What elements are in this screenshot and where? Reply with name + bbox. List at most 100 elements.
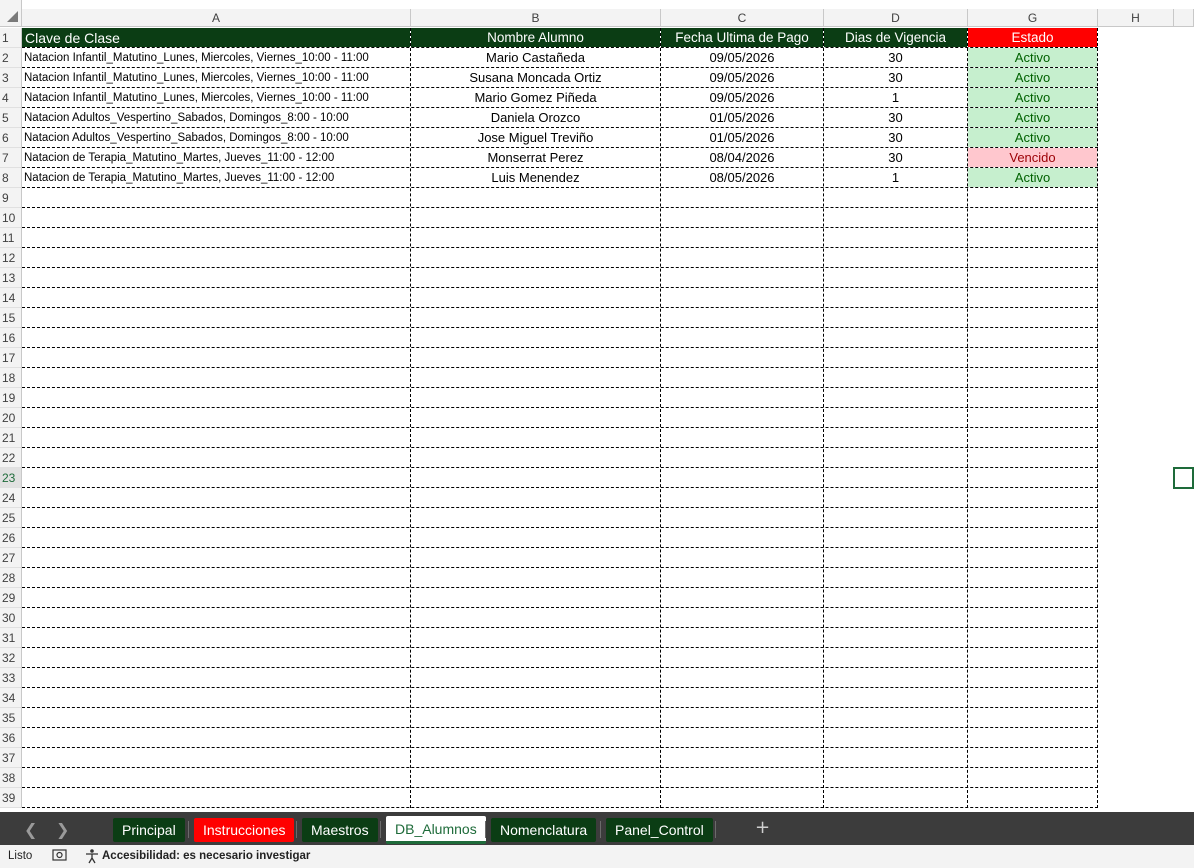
cell-clave[interactable]: Natacion de Terapia_Matutino_Martes, Jue… [22,168,410,187]
row-header[interactable]: 24 [0,488,22,508]
cell-estado[interactable]: Vencido [968,148,1097,167]
row-header[interactable]: 12 [0,248,22,268]
cell-clave[interactable]: Natacion Adultos_Vespertino_Sabados, Dom… [22,108,410,127]
row-header[interactable]: 23 [0,468,22,488]
cell-fecha[interactable]: 01/05/2026 [661,108,823,127]
cell-clave[interactable]: Natacion de Terapia_Matutino_Martes, Jue… [22,148,410,167]
plus-icon[interactable]: + [755,817,770,838]
cell-dias[interactable]: 30 [824,148,967,167]
row-header[interactable]: 20 [0,408,22,428]
column-header-b[interactable]: B [411,9,661,27]
active-cell-selection[interactable] [1173,467,1194,489]
macro-record-icon[interactable] [52,848,68,865]
cell-nombre[interactable]: Mario Castañeda [411,48,660,67]
cell-estado[interactable]: Activo [968,48,1097,67]
header-nombre-alumno[interactable]: Nombre Alumno [411,28,660,47]
sheet-tab-panel-control[interactable]: Panel_Control [606,818,713,842]
cell-fecha[interactable]: 08/05/2026 [661,168,823,187]
row-header[interactable]: 26 [0,528,22,548]
cell-clave[interactable]: Natacion Infantil_Matutino_Lunes, Mierco… [22,68,410,87]
cell-fecha[interactable]: 08/04/2026 [661,148,823,167]
cell-clave[interactable]: Natacion Infantil_Matutino_Lunes, Mierco… [22,88,410,107]
row-header[interactable]: 32 [0,648,22,668]
row-header[interactable]: 37 [0,748,22,768]
row-header[interactable]: 9 [0,188,22,208]
sheet-tab-nomenclatura[interactable]: Nomenclatura [491,818,597,842]
chevron-left-icon[interactable]: ❮ [24,820,37,839]
cell-dias[interactable]: 30 [824,108,967,127]
sheet-tab-principal[interactable]: Principal [113,818,185,842]
header-estado[interactable]: Estado [968,28,1097,47]
row-header[interactable]: 11 [0,228,22,248]
column-header-d[interactable]: D [824,9,968,27]
row-header[interactable]: 2 [0,48,22,68]
cell-estado[interactable]: Activo [968,128,1097,147]
row-header[interactable]: 34 [0,688,22,708]
row-header[interactable]: 19 [0,388,22,408]
column-header-g[interactable]: G [968,9,1098,27]
row-header[interactable]: 8 [0,168,22,188]
column-header-a[interactable]: A [22,9,411,27]
row-header[interactable]: 7 [0,148,22,168]
cell-nombre[interactable]: Jose Miguel Treviño [411,128,660,147]
cell-nombre[interactable]: Monserrat Perez [411,148,660,167]
sheet-tab-instrucciones[interactable]: Instrucciones [194,818,295,842]
row-header[interactable]: 6 [0,128,22,148]
cell-estado[interactable]: Activo [968,68,1097,87]
row-header[interactable]: 27 [0,548,22,568]
cell-dias[interactable]: 30 [824,48,967,67]
cell-dias[interactable]: 30 [824,128,967,147]
cell-fecha[interactable]: 09/05/2026 [661,48,823,67]
row-header[interactable]: 16 [0,328,22,348]
cell-estado[interactable]: Activo [968,108,1097,127]
cell-dias[interactable]: 30 [824,68,967,87]
row-header[interactable]: 29 [0,588,22,608]
row-header[interactable]: 1 [0,28,22,48]
sheet-tab-maestros[interactable]: Maestros [302,818,378,842]
row-header[interactable]: 14 [0,288,22,308]
row-header[interactable]: 10 [0,208,22,228]
row-header[interactable]: 28 [0,568,22,588]
cell-fecha[interactable]: 09/05/2026 [661,68,823,87]
row-header[interactable]: 3 [0,68,22,88]
row-header[interactable]: 13 [0,268,22,288]
cell-fecha[interactable]: 09/05/2026 [661,88,823,107]
cell-estado[interactable]: Activo [968,168,1097,187]
column-header-h[interactable]: H [1098,9,1174,27]
row-header[interactable]: 38 [0,768,22,788]
row-header[interactable]: 17 [0,348,22,368]
row-header[interactable]: 18 [0,368,22,388]
chevron-right-icon[interactable]: ❯ [56,820,69,839]
row-header[interactable]: 30 [0,608,22,628]
header-dias-vigencia[interactable]: Dias de Vigencia [824,28,967,47]
row-header[interactable]: 35 [0,708,22,728]
row-header[interactable]: 5 [0,108,22,128]
tab-separator [380,821,381,838]
cell-nombre[interactable]: Daniela Orozco [411,108,660,127]
accessibility-status[interactable]: Accesibilidad: es necesario investigar [102,850,310,862]
cell-nombre[interactable]: Mario Gomez Piñeda [411,88,660,107]
row-header[interactable]: 4 [0,88,22,108]
row-header[interactable]: 15 [0,308,22,328]
column-header-c[interactable]: C [661,9,824,27]
cell-nombre[interactable]: Luis Menendez [411,168,660,187]
row-header[interactable]: 33 [0,668,22,688]
cell-clave[interactable]: Natacion Adultos_Vespertino_Sabados, Dom… [22,128,410,147]
header-fecha-ultima-pago[interactable]: Fecha Ultima de Pago [661,28,823,47]
row-header[interactable]: 21 [0,428,22,448]
header-clave-de-clase[interactable]: Clave de Clase [22,28,410,47]
cell-fecha[interactable]: 01/05/2026 [661,128,823,147]
sheet-tab-db-alumnos[interactable]: DB_Alumnos [386,816,486,844]
row-header[interactable]: 25 [0,508,22,528]
row-header[interactable]: 39 [0,788,22,808]
row-header[interactable]: 36 [0,728,22,748]
select-all-corner[interactable] [0,0,22,27]
row-header[interactable]: 31 [0,628,22,648]
cell-dias[interactable]: 1 [824,88,967,107]
cell-dias[interactable]: 1 [824,168,967,187]
cell-clave[interactable]: Natacion Infantil_Matutino_Lunes, Mierco… [22,48,410,67]
cell-nombre[interactable]: Susana Moncada Ortiz [411,68,660,87]
accessibility-icon[interactable] [84,848,100,867]
cell-estado[interactable]: Activo [968,88,1097,107]
row-header[interactable]: 22 [0,448,22,468]
